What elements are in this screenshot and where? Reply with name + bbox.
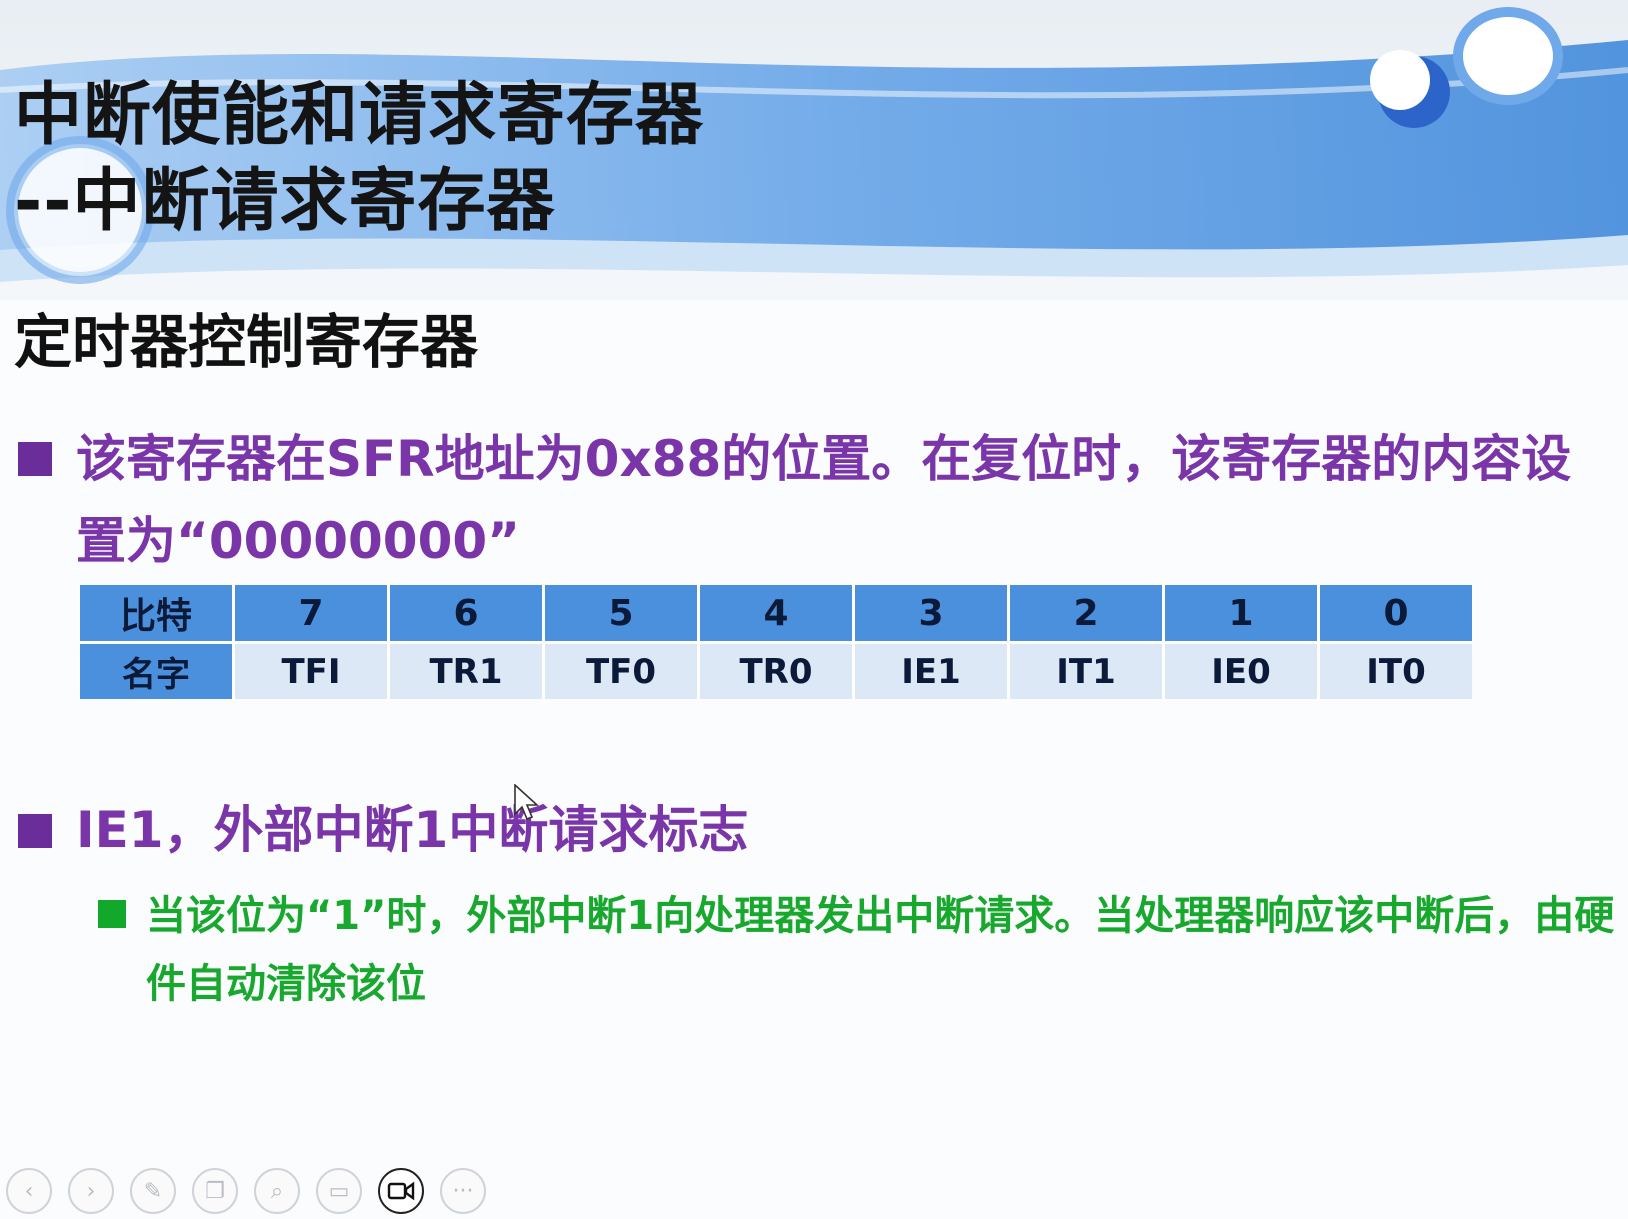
name-cell: IE0 [1163,642,1320,699]
name-cell: IE1 [853,642,1010,699]
bit-cell: 0 [1318,585,1472,644]
sub-bullet-ie1-description: 当该位为“1”时，外部中断1向处理器发出中断请求。当处理器响应该中断后，由硬件自… [98,882,1618,1018]
slides-icon: ❐ [205,1178,225,1204]
bullet-square-icon [18,442,52,476]
bit-cell: 5 [543,585,700,644]
more-button[interactable]: ··· [440,1168,486,1214]
bit-cell: 6 [388,585,545,644]
more-icon: ··· [452,1178,474,1204]
name-cell: TFI [233,642,390,699]
name-cell: TF0 [543,642,700,699]
previous-slide-button[interactable]: ‹ [6,1168,52,1214]
subtitles-button[interactable]: ▭ [316,1168,362,1214]
sub-bullet-square-icon [98,900,126,928]
register-bit-table: 比特 7 6 5 4 3 2 1 0 名字 TFI TR1 TF0 TR0 IE… [80,585,1472,699]
zoom-button[interactable]: ⌕ [254,1168,300,1214]
bit-cell: 4 [698,585,855,644]
chevron-left-icon: ‹ [24,1178,34,1204]
pen-icon: ✎ [143,1178,163,1204]
bullet-sfr-address: 该寄存器在SFR地址为0x88的位置。在复位时，该寄存器的内容设置为“00000… [18,418,1618,582]
subtitles-icon: ▭ [328,1178,350,1204]
next-slide-button[interactable]: › [68,1168,114,1214]
section-heading: 定时器控制寄存器 [14,308,479,376]
bullet-text: 该寄存器在SFR地址为0x88的位置。在复位时，该寄存器的内容设置为“00000… [76,430,1572,570]
video-camera-icon [387,1181,415,1201]
bullet-text: IE1，外部中断1中断请求标志 [76,801,749,859]
slide-title-line1: 中断使能和请求寄存器 [14,76,705,155]
bit-cell: 7 [233,585,390,644]
bullet-square-icon [18,814,52,848]
table-row-names: 名字 TFI TR1 TF0 TR0 IE1 IT1 IE0 IT0 [80,642,1472,699]
magnifier-icon: ⌕ [270,1178,284,1204]
mouse-cursor-icon [514,784,540,821]
name-cell: TR1 [388,642,545,699]
chevron-right-icon: › [86,1178,96,1204]
bit-cell: 1 [1163,585,1320,644]
slide-overview-button[interactable]: ❐ [192,1168,238,1214]
row-header-bit: 比特 [80,585,235,644]
table-row-bits: 比特 7 6 5 4 3 2 1 0 [80,585,1472,644]
slide-title-line2: --中断请求寄存器 [14,162,556,241]
presentation-toolbar: ‹ › ✎ ❐ ⌕ ▭ ··· [6,1168,486,1218]
name-cell: IT1 [1008,642,1165,699]
bit-cell: 2 [1008,585,1165,644]
name-cell: IT0 [1318,642,1472,699]
sub-bullet-text: 当该位为“1”时，外部中断1向处理器发出中断请求。当处理器响应该中断后，由硬件自… [146,893,1615,1007]
bullet-ie1-flag: IE1，外部中断1中断请求标志 [18,794,1618,866]
name-cell: TR0 [698,642,855,699]
row-header-name: 名字 [80,642,235,699]
bit-cell: 3 [853,585,1010,644]
camera-button[interactable] [378,1168,424,1214]
pen-tool-button[interactable]: ✎ [130,1168,176,1214]
